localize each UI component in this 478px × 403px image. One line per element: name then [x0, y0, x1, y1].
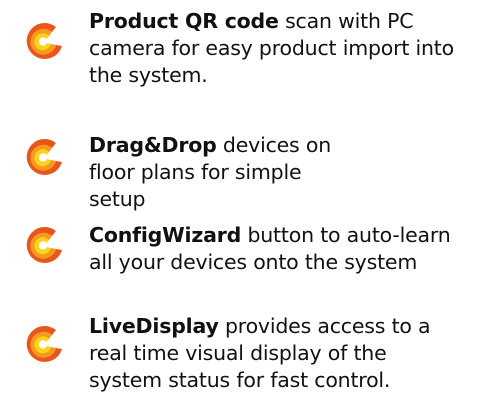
feature-description: ConfigWizard button to auto-learn all yo… [89, 222, 474, 276]
feature-title: LiveDisplay [89, 314, 219, 338]
swirl-logo-icon [22, 134, 68, 180]
swirl-logo-icon [22, 222, 68, 268]
feature-description: LiveDisplay provides access to a real ti… [89, 313, 449, 394]
feature-title: Drag&Drop [89, 133, 217, 157]
feature-list: Product QR code scan with PC camera for … [0, 0, 478, 403]
feature-description: Drag&Drop devices on floor plans for sim… [89, 132, 359, 213]
swirl-logo-icon [22, 321, 68, 367]
feature-title: ConfigWizard [89, 223, 242, 247]
feature-description: Product QR code scan with PC camera for … [89, 8, 474, 89]
feature-title: Product QR code [89, 9, 279, 33]
swirl-logo-icon [22, 18, 68, 64]
